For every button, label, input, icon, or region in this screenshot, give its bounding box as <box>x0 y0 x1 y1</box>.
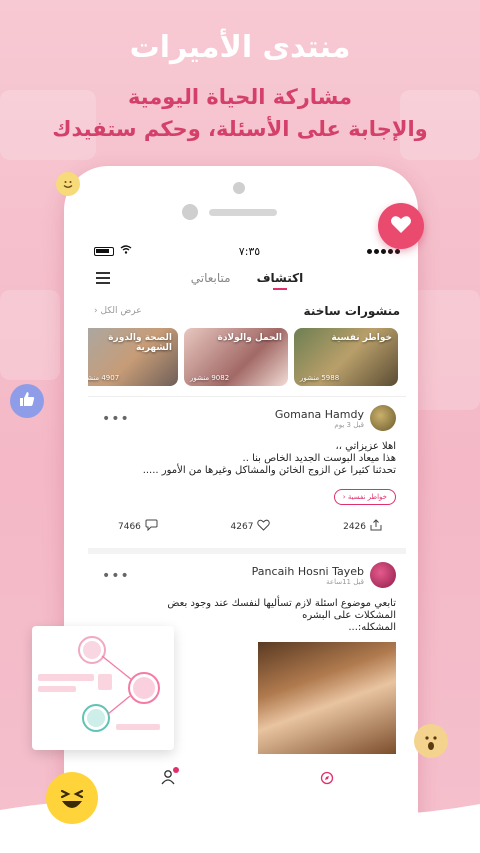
hot-topic-title: الصحة والدورة الشهرية <box>108 333 172 353</box>
hot-topic-card[interactable]: خواطر نفسية 5988 منشور <box>294 328 398 386</box>
promo-subtitle-line-2: والإجابة على الأسئلة، وحكم ستفيدك <box>52 117 428 141</box>
tab-discover[interactable]: اكتشاف <box>257 271 304 285</box>
like-button[interactable]: 4267 <box>231 519 271 534</box>
feed-post[interactable]: ••• Gomana Hamdy قبل 3 يوم اهلا عزيزاتي … <box>88 397 406 534</box>
heart-badge <box>378 203 424 249</box>
status-time: ٧:٣٥ <box>238 244 261 258</box>
surprised-emoji-icon <box>414 724 448 758</box>
hot-topic-count: 4907 منشور <box>88 374 120 382</box>
tab-bar: اكتشاف متابعاتي <box>88 264 406 292</box>
signal-icon <box>367 248 400 254</box>
hot-posts-header: منشورات ساخنة عرض الكل ‹ <box>88 304 406 318</box>
nav-explore[interactable] <box>320 770 334 789</box>
laughing-emoji-icon <box>46 772 98 824</box>
hot-topic-count: 9082 منشور <box>190 374 230 382</box>
background-decoration <box>410 290 480 410</box>
promo-title: منتدى الأميرات <box>129 30 351 65</box>
post-time: قبل 3 يوم <box>334 420 364 429</box>
people-network-card <box>32 626 174 750</box>
user-icon <box>160 770 176 789</box>
phone-camera <box>182 204 198 220</box>
post-text: اهلا عزيزاتي ،، هذا ميعاد البوست الجديد … <box>142 441 396 476</box>
share-icon <box>370 519 382 534</box>
post-image[interactable] <box>258 642 396 754</box>
phone-speaker <box>233 182 245 194</box>
avatar[interactable] <box>370 405 396 431</box>
hot-topic-card[interactable]: الصحة والدورة الشهرية 4907 منشور <box>88 328 178 386</box>
promo-subtitle-line-1: مشاركة الحياة اليومية <box>127 85 353 109</box>
see-all-link[interactable]: عرض الكل ‹ <box>94 306 142 316</box>
wifi-icon <box>120 245 132 257</box>
phone-earpiece <box>209 209 277 216</box>
heart-outline-icon <box>257 519 271 534</box>
chevron-left-icon: ‹ <box>94 306 98 316</box>
compass-icon <box>320 770 334 789</box>
status-bar: ٧:٣٥ <box>88 238 406 264</box>
more-options-icon[interactable]: ••• <box>102 568 130 584</box>
thumbs-up-badge <box>10 384 44 418</box>
post-author[interactable]: Gomana Hamdy <box>275 408 364 421</box>
promo-headline: منتدى الأميرات مشاركة الحياة اليومية وال… <box>0 30 480 141</box>
smile-emoji-icon <box>56 172 80 196</box>
hot-topic-title: الحمل والولادة <box>217 333 283 343</box>
more-options-icon[interactable]: ••• <box>102 411 130 427</box>
comment-button[interactable]: 7466 <box>118 519 158 534</box>
hot-topic-card[interactable]: الحمل والولادة 9082 منشور <box>184 328 288 386</box>
hot-posts-title: منشورات ساخنة <box>303 304 400 318</box>
people-network-illustration <box>38 636 160 732</box>
post-time: قبل 11ساعة <box>326 577 364 586</box>
background-decoration <box>0 290 60 380</box>
avatar[interactable] <box>370 562 396 588</box>
comment-icon <box>145 519 158 534</box>
post-author[interactable]: Pancaih Hosni Tayeb <box>252 565 364 578</box>
thumbs-up-icon <box>18 390 36 412</box>
nav-profile[interactable] <box>160 767 179 789</box>
hot-topic-title: خواطر نفسية <box>331 333 392 343</box>
tab-following[interactable]: متابعاتي <box>191 271 231 285</box>
heart-icon <box>390 214 412 238</box>
share-button[interactable]: 2426 <box>343 519 382 534</box>
post-actions: 7466 4267 2426 <box>98 505 396 534</box>
post-tag[interactable]: خواطر نفسية ‹ <box>333 489 396 505</box>
chevron-left-icon: ‹ <box>342 493 346 501</box>
notification-dot <box>173 767 179 773</box>
menu-icon[interactable] <box>96 272 110 287</box>
battery-icon <box>94 246 114 256</box>
hot-posts-carousel: خواطر نفسية 5988 منشور الحمل والولادة 90… <box>88 328 406 386</box>
hot-topic-count: 5988 منشور <box>300 374 340 382</box>
